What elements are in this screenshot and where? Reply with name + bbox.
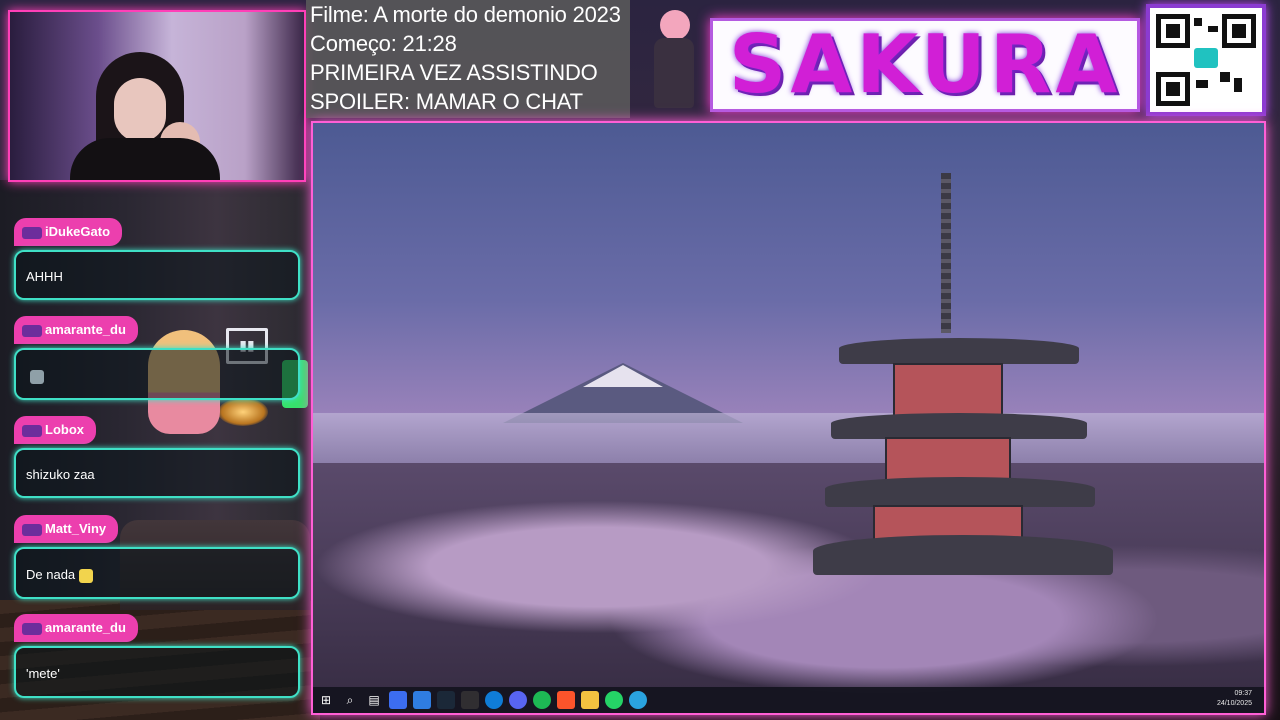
clock-time: 09:37 — [1234, 690, 1252, 697]
first-watch-note: PRIMEIRA VEZ ASSISTINDO — [310, 60, 598, 85]
anime-head — [660, 10, 690, 40]
stream-info-panel: Filme: A morte do demonio 2023 Começo: 2… — [306, 0, 630, 118]
qr-module — [1220, 72, 1230, 82]
chat-username-tag: Matt_Viny — [14, 515, 119, 543]
movie-title: Filme: A morte do demonio 2023 — [310, 2, 621, 27]
sakura-logo: SAKURA — [710, 18, 1140, 112]
widgets-icon[interactable] — [389, 691, 407, 709]
anime-dress — [654, 38, 694, 108]
chat-text: AHHH — [26, 269, 63, 284]
chat-username: amarante_du — [45, 620, 126, 635]
whatsapp-icon[interactable] — [605, 691, 623, 709]
chat-username: iDukeGato — [45, 224, 111, 239]
user-badge-icon — [22, 523, 42, 536]
chat-bubble: 'mete' — [14, 646, 300, 698]
pagoda-roof — [839, 338, 1079, 364]
chat-username: Lobox — [45, 422, 84, 437]
qr-finder-bottom-left — [1156, 72, 1190, 106]
anime-character-sticker — [646, 8, 702, 118]
discord-icon[interactable] — [509, 691, 527, 709]
search-icon[interactable]: ⌕ — [341, 691, 359, 709]
qr-module — [1196, 80, 1208, 88]
windows-taskbar: ⊞ ⌕ ▤ 09:37 24/10/2025 — [313, 687, 1264, 713]
qr-module — [1194, 18, 1202, 26]
chat-text: De nada — [26, 567, 76, 582]
spotify-icon[interactable] — [533, 691, 551, 709]
chat-username-tag: amarante_du — [14, 316, 138, 344]
brave-icon[interactable] — [557, 691, 575, 709]
obs-icon[interactable] — [461, 691, 479, 709]
pagoda-roof — [831, 413, 1087, 439]
chat-text: 'mete' — [26, 666, 60, 681]
pagoda-roof — [813, 535, 1113, 575]
start-time: Começo: 21:28 — [310, 31, 457, 56]
chat-username-tag: Lobox — [14, 416, 96, 444]
desktop-screen-capture: ⊞ ⌕ ▤ 09:37 24/10/2025 — [311, 121, 1266, 715]
chat-bubble: AHHH — [14, 250, 300, 300]
emote-icon — [30, 369, 44, 384]
emote-icon — [79, 568, 94, 583]
cherry-blossom-trees — [313, 463, 1264, 713]
pagoda-roof — [825, 477, 1095, 507]
clock-date: 24/10/2025 — [1216, 700, 1252, 707]
chat-username: amarante_du — [45, 322, 126, 337]
streamer-body — [70, 138, 220, 180]
lamp-glow — [218, 398, 268, 426]
logo-text: SAKURA — [728, 18, 1122, 111]
windows-start-icon[interactable]: ⊞ — [317, 691, 335, 709]
chat-username-tag: iDukeGato — [14, 218, 123, 246]
pagoda-spire — [941, 173, 951, 333]
qr-module — [1208, 26, 1218, 32]
user-badge-icon — [22, 226, 42, 239]
store-icon[interactable] — [413, 691, 431, 709]
steam-icon[interactable] — [437, 691, 455, 709]
user-badge-icon — [22, 622, 42, 635]
qr-center-logo — [1194, 48, 1218, 68]
mountain-snowcap — [583, 365, 663, 387]
user-badge-icon — [22, 324, 42, 337]
streamer-face — [114, 78, 166, 142]
telegram-icon[interactable] — [629, 691, 647, 709]
spoiler-note: SPOILER: MAMAR O CHAT — [310, 89, 583, 114]
chat-bubble: shizuko zaa — [14, 448, 300, 498]
chat-username-tag: amarante_du — [14, 614, 138, 642]
qr-module — [1234, 78, 1242, 92]
webcam-feed — [8, 10, 306, 182]
file-explorer-icon[interactable] — [581, 691, 599, 709]
qr-code — [1146, 4, 1266, 116]
edge-icon[interactable] — [485, 691, 503, 709]
pagoda-wall — [893, 363, 1003, 419]
taskbar-clock[interactable]: 09:37 24/10/2025 — [1217, 689, 1252, 709]
task-view-icon[interactable]: ▤ — [365, 691, 383, 709]
qr-finder-top-left — [1156, 14, 1190, 48]
chat-bubble: De nada — [14, 547, 300, 599]
qr-finder-top-right — [1222, 14, 1256, 48]
chat-bubble — [14, 348, 300, 400]
chat-username: Matt_Viny — [45, 521, 107, 536]
user-badge-icon — [22, 424, 42, 437]
chat-text: shizuko zaa — [26, 467, 95, 482]
